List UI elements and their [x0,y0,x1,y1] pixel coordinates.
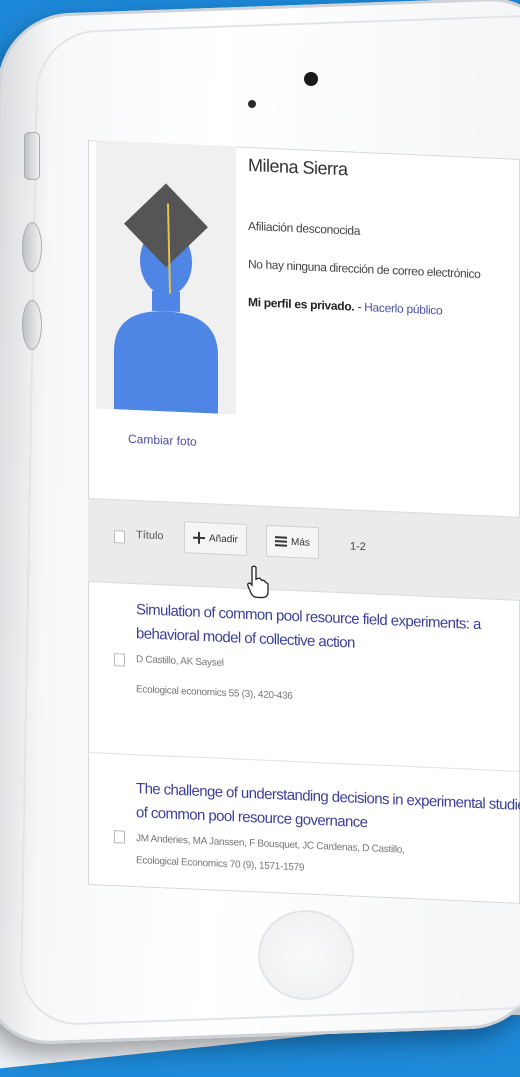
privacy-status: Mi perfil es privado. [248,294,355,314]
article-title-link[interactable]: Simulation of common pool resource field… [136,598,520,663]
article-venue: Ecological economics 55 (3), 420-436 [136,684,293,702]
results-range: 1-2 [350,540,366,554]
add-button-label: Añadir [209,532,238,546]
front-camera-dot [304,72,318,86]
hand-pointer-icon [247,565,269,599]
phone-screen: Cambiar foto Milena Sierra Afiliación de… [88,140,520,904]
article-authors: D Castillo, AK Saysel [136,654,224,669]
privacy-separator: - [354,299,365,315]
privacy-line: Mi perfil es privado. - Hacerlo público [248,295,442,317]
more-button-label: Más [291,536,310,549]
article-authors: JM Anderies, MA Janssen, F Bousquet, JC … [136,833,405,856]
side-switch [24,132,40,180]
article-checkbox[interactable] [114,653,125,667]
volume-up-button [22,222,42,272]
article-title-link[interactable]: The challenge of understanding decisions… [136,777,520,842]
profile-name: Milena Sierra [248,154,348,180]
proximity-sensor [248,100,256,108]
column-title-label[interactable]: Título [136,529,164,542]
volume-down-button [22,300,42,350]
more-button[interactable]: Más [266,524,319,560]
article-row: The challenge of understanding decisions… [88,752,520,873]
menu-lines-icon [275,536,287,547]
make-public-link[interactable]: Hacerlo público [364,300,442,317]
plus-icon [193,531,205,544]
change-photo-link[interactable]: Cambiar foto [128,432,197,449]
profile-affiliation: Afiliación desconocida [248,218,361,238]
profile-email-status: No hay ninguna dirección de correo elect… [248,256,481,282]
graduate-avatar-icon [96,140,236,415]
select-all-checkbox[interactable] [114,530,125,544]
home-button[interactable] [258,910,354,1000]
add-button[interactable]: Añadir [184,521,247,556]
article-venue: Ecological Economics 70 (9), 1571-1579 [136,855,305,874]
article-checkbox[interactable] [114,830,125,844]
articles-toolbar: Título Añadir Más 1-2 [88,498,520,601]
profile-avatar[interactable] [96,140,236,415]
